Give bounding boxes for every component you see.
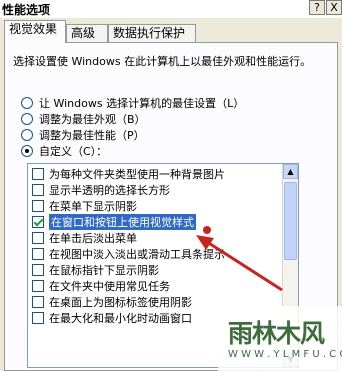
list-item[interactable]: 在单击后淡出菜单 xyxy=(32,230,137,246)
checkbox[interactable] xyxy=(32,264,44,276)
scroll-up-icon[interactable]: ▲ xyxy=(283,164,298,179)
list-item[interactable]: 在文件夹中使用常见任务 xyxy=(32,278,170,294)
list-item-label: 在文件夹中使用常见任务 xyxy=(49,280,170,293)
window-title: 性能选项 xyxy=(2,3,51,17)
radio-label: 让 Windows 选择计算机的最佳设置（L） xyxy=(39,97,245,110)
list-item[interactable]: 显示半透明的选择长方形 xyxy=(32,182,170,198)
checkbox[interactable] xyxy=(32,296,44,308)
radio-best-appearance[interactable]: 调整为最佳外观（B） xyxy=(21,111,146,127)
list-item-label: 在鼠标指针下显示阴影 xyxy=(49,264,159,277)
performance-options-window: 性能选项 ? X 视觉效果 高级 数据执行保护 选择设置使 Windows 在此… xyxy=(0,0,342,371)
list-item[interactable]: 在桌面上为图标标签使用阴影 xyxy=(32,294,192,310)
radio-label: 调整为最佳外观（B） xyxy=(39,113,146,126)
watermark-logo: 雨林木风 W W W . Y L M F U . C O M xyxy=(218,306,342,371)
list-item-label: 在最大化和最小化时动画窗口 xyxy=(49,312,192,325)
list-item-label: 显示半透明的选择长方形 xyxy=(49,184,170,197)
radio-button[interactable] xyxy=(21,145,33,157)
list-item-label: 在菜单下显示阴影 xyxy=(49,200,137,213)
help-button[interactable]: ? xyxy=(309,0,325,15)
list-item[interactable]: 在视图中淡入淡出或滑动工具条提示 xyxy=(32,246,225,262)
checkbox[interactable] xyxy=(32,280,44,292)
tab-advanced[interactable]: 高级 xyxy=(66,24,108,42)
checkbox[interactable] xyxy=(32,200,44,212)
checkbox[interactable] xyxy=(32,168,44,180)
radio-best-performance[interactable]: 调整为最佳性能（P） xyxy=(21,127,145,143)
checkbox[interactable] xyxy=(32,248,44,260)
watermark-text: 雨林木风 xyxy=(228,319,325,348)
checkbox[interactable] xyxy=(32,216,44,228)
radio-button[interactable] xyxy=(21,97,33,109)
radio-custom[interactable]: 自定义（C）： xyxy=(21,143,107,159)
radio-label: 自定义（C）： xyxy=(39,145,108,158)
list-item-label: 在视图中淡入淡出或滑动工具条提示 xyxy=(49,248,225,261)
radio-button[interactable] xyxy=(21,113,33,125)
checkbox[interactable] xyxy=(32,312,44,324)
title-bar: 性能选项 ? X xyxy=(0,0,342,18)
list-item-label: 在单击后淡出菜单 xyxy=(49,232,137,245)
scroll-thumb[interactable] xyxy=(284,182,297,260)
checkbox[interactable] xyxy=(32,184,44,196)
watermark-url: W W W . Y L M F U . C O M xyxy=(228,349,342,360)
list-item[interactable]: 在菜单下显示阴影 xyxy=(32,198,137,214)
list-item[interactable]: 在窗口和按钮上使用视觉样式 xyxy=(32,214,196,230)
list-item[interactable]: 为每种文件夹类型使用一种背景图片 xyxy=(32,166,225,182)
description-text: 选择设置使 Windows 在此计算机上以最佳外观和性能运行。 xyxy=(13,55,312,68)
checkbox[interactable] xyxy=(32,232,44,244)
list-item-label: 在窗口和按钮上使用视觉样式 xyxy=(49,214,196,230)
list-item[interactable]: 在最大化和最小化时动画窗口 xyxy=(32,310,192,326)
radio-let-windows-choose[interactable]: 让 Windows 选择计算机的最佳设置（L） xyxy=(21,95,244,111)
radio-button[interactable] xyxy=(21,129,33,141)
close-button[interactable]: X xyxy=(326,0,342,15)
list-item-label: 在桌面上为图标标签使用阴影 xyxy=(49,296,192,309)
tab-visual-effects[interactable]: 视觉效果 xyxy=(4,20,66,43)
tab-data-execution-prevention[interactable]: 数据执行保护 xyxy=(108,24,196,42)
list-item-label: 为每种文件夹类型使用一种背景图片 xyxy=(49,168,225,181)
radio-label: 调整为最佳性能（P） xyxy=(39,129,145,142)
list-item[interactable]: 在鼠标指针下显示阴影 xyxy=(32,262,159,278)
